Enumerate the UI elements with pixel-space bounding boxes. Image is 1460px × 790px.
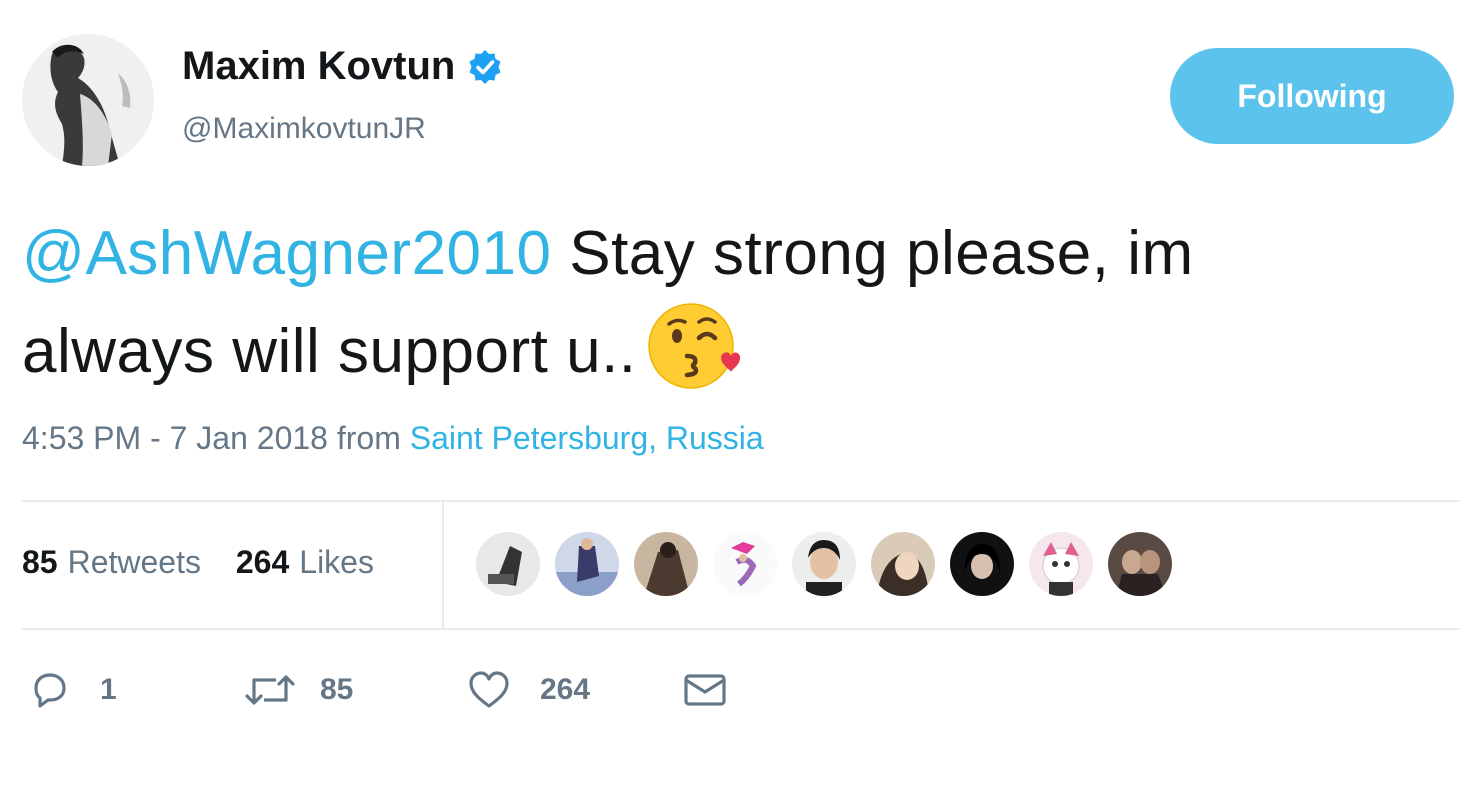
reply-icon [28,668,72,712]
author-name-row[interactable]: Maxim Kovtun [182,44,503,89]
retweet-button[interactable]: 85 [244,668,353,712]
liker-avatar[interactable] [476,532,540,596]
tweet-text-line2: always will support u.. [22,317,637,386]
divider-top [22,500,1460,502]
tweet-meta: 4:53 PM - 7 Jan 2018 from Saint Petersbu… [22,420,764,457]
divider-bottom [22,628,1460,630]
author-avatar-image [22,34,154,166]
liker-avatar[interactable] [555,532,619,596]
location-link[interactable]: Saint Petersburg, Russia [410,420,764,456]
retweets-label: Retweets [67,544,201,580]
retweet-icon [244,668,296,712]
stats-divider [442,500,444,628]
reply-button[interactable]: 1 [28,668,117,712]
tweet-text: @AshWagner2010 Stay strong please, im al… [22,208,1442,398]
liker-avatar[interactable] [1108,532,1172,596]
author-avatar[interactable] [22,34,154,166]
tweet-timestamp[interactable]: 4:53 PM - 7 Jan 2018 [22,420,328,456]
liker-avatar[interactable] [871,532,935,596]
liker-avatar[interactable] [634,532,698,596]
direct-message-button[interactable] [682,668,728,712]
tweet-stats: 85 Retweets 264 Likes [22,544,400,581]
retweet-count: 85 [320,673,354,706]
kiss-face-emoji-icon [647,300,741,394]
author-handle[interactable]: @MaximkovtunJR [182,112,426,146]
from-label: from [336,420,401,456]
likes-count: 264 [235,544,290,580]
verified-badge-icon [467,49,503,85]
retweets-stat[interactable]: 85 Retweets [22,544,201,581]
like-count: 264 [540,673,591,706]
like-button[interactable]: 264 [466,668,590,712]
heart-icon [466,668,512,712]
likes-stat[interactable]: 264 Likes [236,544,374,581]
following-button[interactable]: Following [1170,48,1454,144]
tweet-text-line1: Stay strong please, im [551,219,1194,288]
liker-avatar[interactable] [713,532,777,596]
mention-link[interactable]: @AshWagner2010 [22,219,552,288]
tweet-card: Maxim Kovtun @MaximkovtunJR Following @A… [0,0,1460,790]
liker-avatars [476,532,1187,598]
likes-label: Likes [299,544,374,580]
envelope-icon [682,668,728,712]
liker-avatar[interactable] [792,532,856,596]
author-name[interactable]: Maxim Kovtun [182,44,455,89]
retweets-count: 85 [22,544,58,580]
liker-avatar[interactable] [1029,532,1093,596]
reply-count: 1 [100,673,117,706]
liker-avatar[interactable] [950,532,1014,596]
